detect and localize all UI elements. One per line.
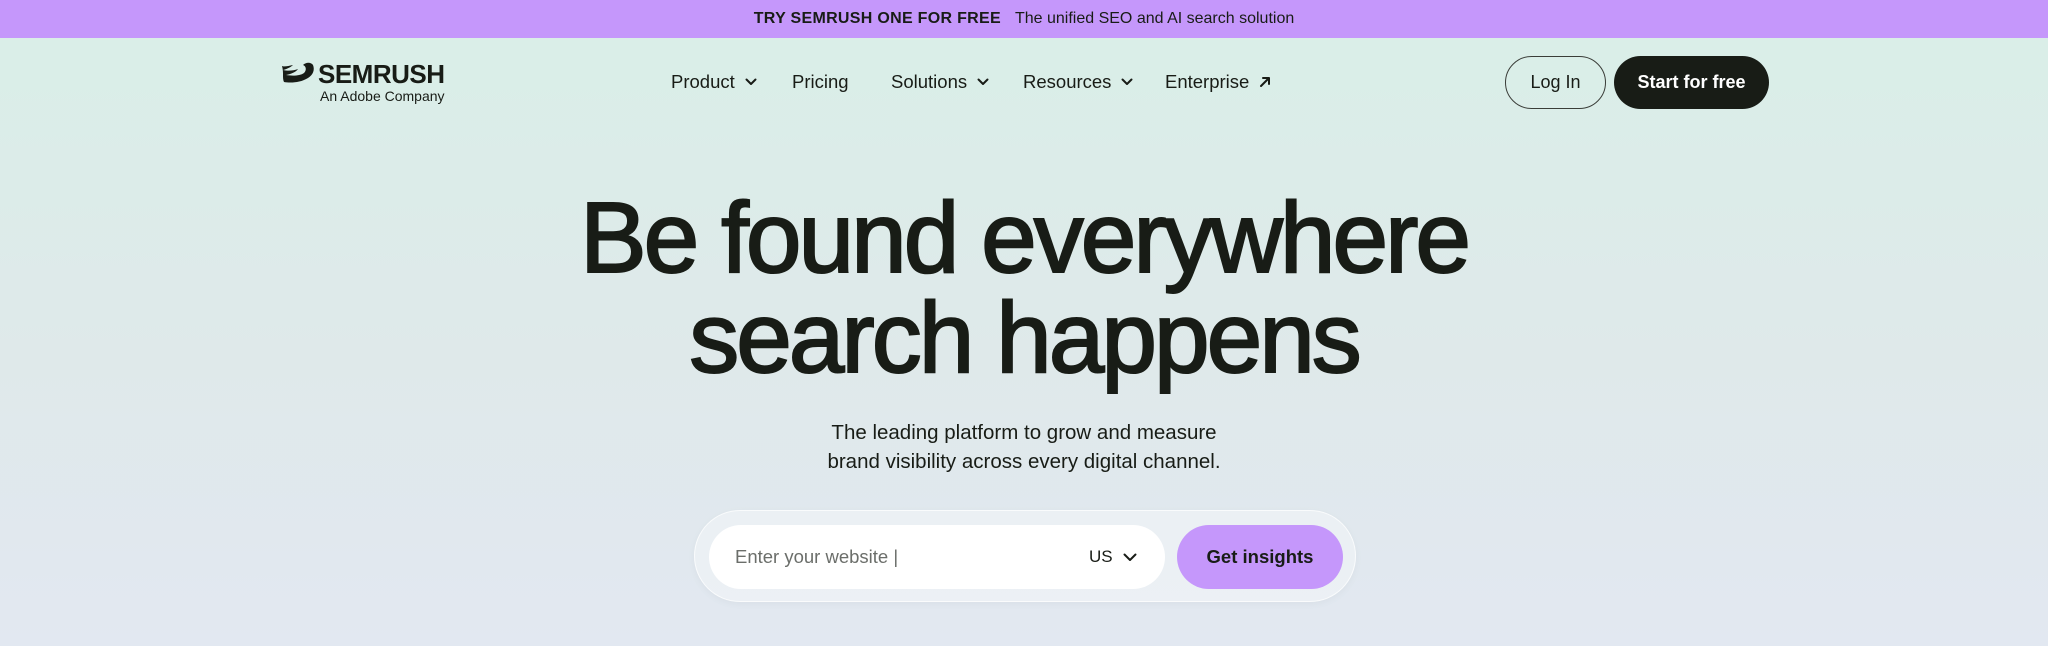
chevron-down-icon <box>745 78 757 85</box>
chevron-down-icon <box>1121 78 1133 85</box>
site-header: SEMRUSH An Adobe Company Product Pricing… <box>0 38 2048 126</box>
nav-item-solutions[interactable]: Solutions <box>891 70 989 94</box>
nav-item-resources[interactable]: Resources <box>1023 70 1133 94</box>
hero-subtitle: The leading platform to grow and measure… <box>0 418 2048 476</box>
hero-title-line-2: search happens <box>688 282 1363 394</box>
promo-banner[interactable]: TRY SEMRUSH ONE FOR FREE The unified SEO… <box>0 0 2048 38</box>
nav-item-pricing[interactable]: Pricing <box>792 70 849 94</box>
nav-item-label: Pricing <box>792 71 849 92</box>
hero-subtitle-line-2: brand visibility across every digital ch… <box>827 450 1221 473</box>
nav-item-product[interactable]: Product <box>671 70 757 94</box>
website-input[interactable] <box>709 525 1069 589</box>
website-search-form: US Get insights <box>694 510 1356 602</box>
nav-item-label: Product <box>671 71 735 92</box>
nav-item-label: Enterprise <box>1165 71 1250 92</box>
hero-subtitle-line-1: The leading platform to grow and measure <box>831 421 1217 444</box>
login-button[interactable]: Log In <box>1505 56 1606 109</box>
start-for-free-button[interactable]: Start for free <box>1614 56 1769 109</box>
get-insights-button[interactable]: Get insights <box>1177 525 1343 589</box>
country-select[interactable]: US <box>1089 545 1137 569</box>
chevron-down-icon <box>1123 553 1137 561</box>
country-select-value: US <box>1089 547 1113 566</box>
nav-item-label: Solutions <box>891 71 968 92</box>
chevron-down-icon <box>977 78 989 85</box>
hero-title-line-1: Be found everywhere <box>579 182 1472 294</box>
promo-cta-link[interactable]: TRY SEMRUSH ONE FOR FREE <box>754 10 1001 28</box>
nav-item-enterprise[interactable]: Enterprise <box>1165 70 1271 94</box>
arrow-up-right-icon <box>1260 77 1271 87</box>
hero-title: Be found everywhere search happens <box>0 182 2048 394</box>
search-field-container: US <box>709 525 1165 589</box>
promo-text: The unified SEO and AI search solution <box>1014 10 1295 27</box>
nav-item-label: Resources <box>1023 71 1112 92</box>
